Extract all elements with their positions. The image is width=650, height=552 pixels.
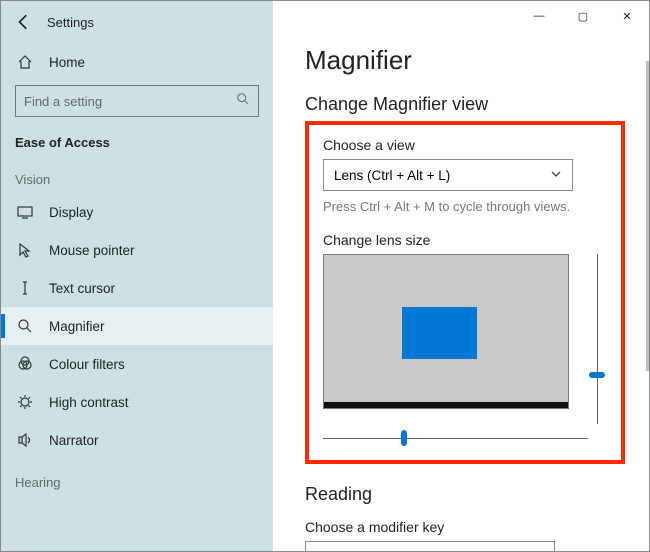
narrator-icon <box>15 432 35 448</box>
sidebar-item-colour-filters[interactable]: Colour filters <box>1 345 273 383</box>
sidebar-item-high-contrast[interactable]: High contrast <box>1 383 273 421</box>
main-content: — ▢ ✕ Magnifier Change Magnifier view Ch… <box>273 1 649 551</box>
lens-width-slider[interactable] <box>323 430 588 446</box>
sidebar-item-magnifier[interactable]: Magnifier <box>1 307 273 345</box>
scrollbar-thumb[interactable] <box>646 61 649 371</box>
sidebar-item-label: Magnifier <box>49 319 105 334</box>
dropdown-value: Control + Alt <box>316 550 390 552</box>
choose-view-label: Choose a view <box>323 137 607 153</box>
chevron-down-icon <box>550 168 562 183</box>
slider-thumb[interactable] <box>589 372 605 378</box>
magnifier-icon <box>15 318 35 334</box>
text-cursor-icon <box>15 280 35 296</box>
sidebar-item-label: Text cursor <box>49 281 115 296</box>
maximize-button[interactable]: ▢ <box>561 1 605 31</box>
search-icon <box>236 92 250 111</box>
high-contrast-icon <box>15 394 35 410</box>
sidebar-item-label: Home <box>49 55 85 70</box>
window-controls: — ▢ ✕ <box>517 1 649 31</box>
sidebar-item-mouse-pointer[interactable]: Mouse pointer <box>1 231 273 269</box>
colour-filters-icon <box>15 356 35 372</box>
lens-height-slider[interactable] <box>587 254 607 424</box>
display-icon <box>15 204 35 220</box>
back-button[interactable] <box>15 13 33 31</box>
mouse-pointer-icon <box>15 242 35 258</box>
cycle-hint: Press Ctrl + Alt + M to cycle through vi… <box>323 199 607 214</box>
highlighted-region: Choose a view Lens (Ctrl + Alt + L) Pres… <box>305 121 625 464</box>
sidebar-item-label: Narrator <box>49 433 99 448</box>
sidebar-item-label: High contrast <box>49 395 129 410</box>
search-input[interactable] <box>15 85 259 117</box>
group-vision: Vision <box>1 156 273 193</box>
slider-thumb[interactable] <box>401 430 407 446</box>
sidebar: Settings Home Ease of Access Vision Disp… <box>1 1 273 551</box>
section-heading: Change Magnifier view <box>305 94 625 115</box>
modifier-key-label: Choose a modifier key <box>305 519 625 535</box>
modifier-key-dropdown[interactable]: Control + Alt <box>305 541 555 551</box>
window-title: Settings <box>47 15 94 30</box>
sidebar-item-label: Display <box>49 205 93 220</box>
sidebar-item-narrator[interactable]: Narrator <box>1 421 273 459</box>
chevron-down-icon <box>532 550 544 552</box>
dropdown-value: Lens (Ctrl + Alt + L) <box>334 168 450 183</box>
lens-size-label: Change lens size <box>323 232 607 248</box>
search-field[interactable] <box>24 94 236 109</box>
close-button[interactable]: ✕ <box>605 1 649 31</box>
sidebar-item-home[interactable]: Home <box>1 43 273 81</box>
lens-rectangle <box>402 307 477 359</box>
preview-taskbar <box>324 402 568 408</box>
sidebar-item-display[interactable]: Display <box>1 193 273 231</box>
reading-heading: Reading <box>305 484 625 505</box>
view-dropdown[interactable]: Lens (Ctrl + Alt + L) <box>323 159 573 191</box>
minimize-button[interactable]: — <box>517 1 561 31</box>
page-title: Magnifier <box>305 45 625 76</box>
group-hearing: Hearing <box>1 459 273 496</box>
sidebar-item-label: Mouse pointer <box>49 243 135 258</box>
home-icon <box>15 54 35 70</box>
sidebar-item-text-cursor[interactable]: Text cursor <box>1 269 273 307</box>
lens-preview <box>323 254 569 409</box>
sidebar-item-label: Colour filters <box>49 357 125 372</box>
category-heading: Ease of Access <box>1 129 273 156</box>
